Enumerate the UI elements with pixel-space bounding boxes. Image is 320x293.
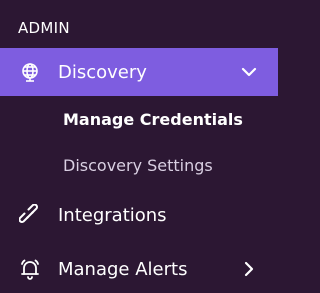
admin-sidebar: ADMIN Discovery Manage Credentials Disco… bbox=[0, 0, 278, 288]
nav-label-manage-alerts: Manage Alerts bbox=[58, 258, 188, 280]
nav-label-discovery: Discovery bbox=[58, 61, 147, 83]
section-header-admin: ADMIN bbox=[18, 19, 70, 37]
subnav-item-manage-credentials[interactable]: Manage Credentials bbox=[63, 110, 243, 129]
nav-item-manage-alerts[interactable]: Manage Alerts bbox=[0, 245, 278, 293]
nav-item-integrations[interactable]: Integrations bbox=[0, 191, 278, 239]
nav-label-integrations: Integrations bbox=[58, 204, 167, 226]
chevron-right-icon[interactable] bbox=[238, 258, 260, 280]
subnav-item-discovery-settings[interactable]: Discovery Settings bbox=[63, 156, 213, 175]
nav-item-discovery[interactable]: Discovery bbox=[0, 48, 278, 96]
bell-icon bbox=[19, 258, 41, 280]
globe-icon bbox=[19, 61, 41, 83]
chevron-down-icon[interactable] bbox=[238, 61, 260, 83]
link-icon bbox=[19, 204, 41, 226]
